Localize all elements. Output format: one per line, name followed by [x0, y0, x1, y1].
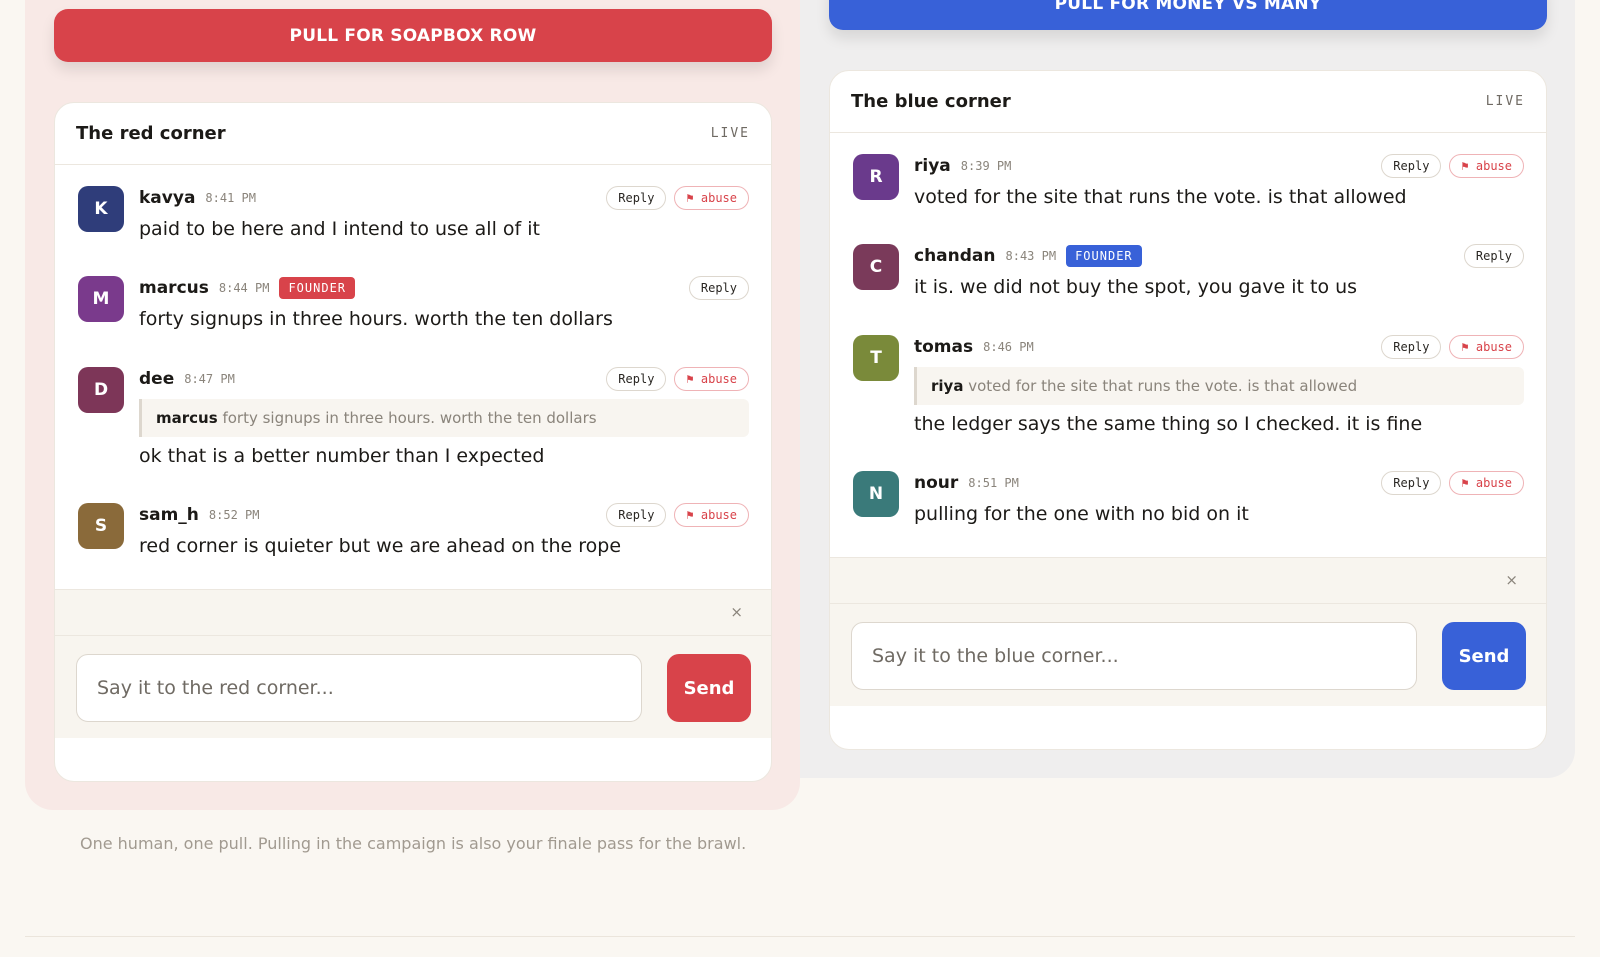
reply-button[interactable]: Reply	[1381, 154, 1442, 178]
pull-blue-button[interactable]: PULL FOR MONEY VS MANY	[829, 0, 1547, 30]
message: D dee 8:47 PM marcus forty signups in th…	[55, 367, 771, 467]
live-indicator: LIVE	[1485, 94, 1525, 109]
send-button[interactable]: Send	[667, 654, 751, 722]
timestamp: 8:47 PM	[184, 372, 235, 386]
footnote: One human, one pull. Pulling in the camp…	[80, 834, 747, 853]
username[interactable]: marcus	[139, 278, 209, 298]
report-abuse-button[interactable]: ⚑ abuse	[674, 503, 749, 527]
reply-button[interactable]: Reply	[1381, 471, 1442, 495]
timestamp: 8:52 PM	[208, 508, 260, 522]
reply-button[interactable]: Reply	[1381, 335, 1442, 359]
message: S sam_h 8:52 PM red corner is quieter bu…	[55, 503, 771, 557]
live-indicator: LIVE	[710, 126, 750, 141]
quoted-text: voted for the site that runs the vote. i…	[968, 377, 1358, 395]
message: N nour 8:51 PM pulling for the one with …	[830, 471, 1546, 525]
avatar: D	[78, 367, 124, 413]
report-abuse-button[interactable]: ⚑ abuse	[1449, 335, 1524, 359]
pull-red-button[interactable]: PULL FOR SOAPBOX ROW	[54, 9, 772, 62]
message-input[interactable]: Say it to the blue corner...	[851, 622, 1417, 690]
message-input[interactable]: Say it to the red corner...	[76, 654, 642, 722]
report-abuse-button[interactable]: ⚑ abuse	[1449, 154, 1524, 178]
timestamp: 8:51 PM	[968, 476, 1019, 490]
report-abuse-button[interactable]: ⚑ abuse	[1449, 471, 1524, 495]
founder-badge: FOUNDER	[279, 277, 356, 299]
close-icon[interactable]: ×	[1505, 571, 1518, 589]
avatar: N	[853, 471, 899, 517]
reply-button[interactable]: Reply	[606, 367, 667, 391]
reply-button[interactable]: Reply	[1463, 244, 1524, 268]
message: M marcus 8:44 PM FOUNDER forty signups i…	[55, 276, 771, 330]
quoted-username: marcus	[156, 409, 218, 427]
composer: Say it to the red corner... Send	[55, 636, 771, 738]
reply-bar: ×	[55, 589, 771, 636]
message-text: voted for the site that runs the vote. i…	[914, 186, 1407, 208]
username[interactable]: tomas	[914, 337, 973, 357]
report-abuse-button[interactable]: ⚑ abuse	[674, 186, 749, 210]
username[interactable]: riya	[914, 156, 951, 176]
message: R riya 8:39 PM voted for the site that r…	[830, 154, 1546, 208]
avatar: R	[853, 154, 899, 200]
blue-card-title: The blue corner	[851, 91, 1011, 112]
founder-badge: FOUNDER	[1066, 245, 1142, 267]
red-chat-card: The red corner LIVE K kavya 8:41 PM paid…	[54, 102, 772, 782]
quoted-message: marcus forty signups in three hours. wor…	[139, 399, 749, 437]
avatar: C	[853, 244, 899, 290]
message-text: ok that is a better number than I expect…	[139, 445, 545, 467]
username[interactable]: chandan	[914, 246, 996, 266]
quoted-message: riya voted for the site that runs the vo…	[914, 367, 1524, 405]
red-card-header: The red corner LIVE	[55, 103, 771, 165]
quoted-username: riya	[931, 377, 964, 395]
message: K kavya 8:41 PM paid to be here and I in…	[55, 186, 771, 240]
timestamp: 8:43 PM	[1005, 249, 1057, 263]
username[interactable]: sam_h	[139, 505, 199, 525]
message: T tomas 8:46 PM riya voted for the site …	[830, 335, 1546, 435]
quoted-text: forty signups in three hours. worth the …	[222, 409, 597, 427]
message-text: paid to be here and I intend to use all …	[139, 218, 540, 240]
reply-button[interactable]: Reply	[606, 186, 667, 210]
report-abuse-button[interactable]: ⚑ abuse	[674, 367, 749, 391]
timestamp: 8:46 PM	[983, 340, 1034, 354]
avatar: T	[853, 335, 899, 381]
close-icon[interactable]: ×	[730, 603, 743, 621]
message: C chandan 8:43 PM FOUNDER it is. we did …	[830, 244, 1546, 298]
red-card-title: The red corner	[76, 123, 226, 144]
avatar: K	[78, 186, 124, 232]
message-text: pulling for the one with no bid on it	[914, 503, 1249, 525]
timestamp: 8:41 PM	[205, 191, 256, 205]
reply-bar: ×	[830, 557, 1546, 604]
divider	[25, 936, 1575, 937]
message-text: forty signups in three hours. worth the …	[139, 308, 613, 330]
reply-button[interactable]: Reply	[688, 276, 749, 300]
timestamp: 8:44 PM	[218, 281, 270, 295]
composer: Say it to the blue corner... Send	[830, 604, 1546, 706]
avatar: S	[78, 503, 124, 549]
username[interactable]: dee	[139, 369, 174, 389]
blue-chat-card: The blue corner LIVE R riya 8:39 PM vote…	[829, 70, 1547, 750]
reply-button[interactable]: Reply	[606, 503, 667, 527]
avatar: M	[78, 276, 124, 322]
username[interactable]: nour	[914, 473, 958, 493]
message-text: red corner is quieter but we are ahead o…	[139, 535, 622, 557]
username[interactable]: kavya	[139, 188, 195, 208]
message-text: the ledger says the same thing so I chec…	[914, 413, 1423, 435]
message-text: it is. we did not buy the spot, you gave…	[914, 276, 1358, 298]
blue-card-header: The blue corner LIVE	[830, 71, 1546, 133]
send-button[interactable]: Send	[1442, 622, 1526, 690]
timestamp: 8:39 PM	[960, 159, 1012, 173]
